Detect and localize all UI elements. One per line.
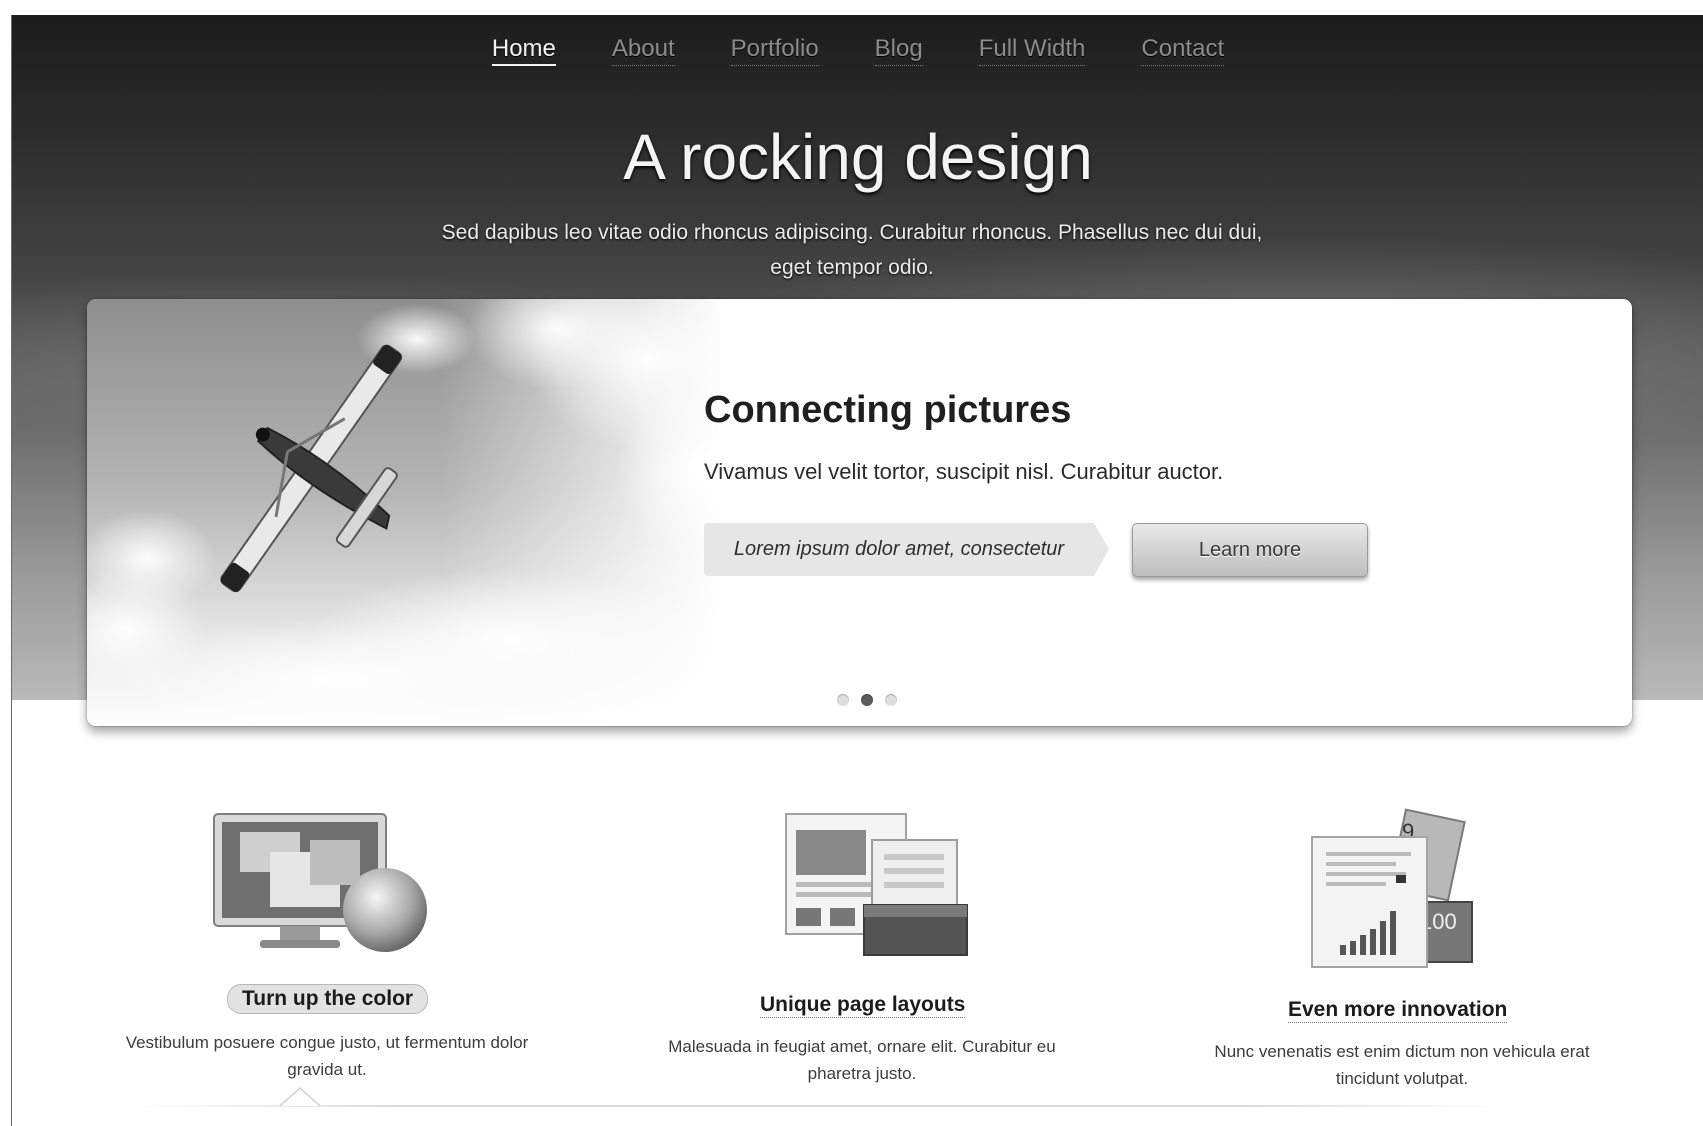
featured-slider: Connecting pictures Vivamus vel velit to… xyxy=(87,299,1632,726)
airplane-sky-image xyxy=(87,299,727,726)
active-feature-pointer-icon xyxy=(280,1087,320,1107)
slide-title: Connecting pictures xyxy=(704,389,1072,431)
slide-tagline: Lorem ipsum dolor amet, consectetur xyxy=(733,538,1065,560)
feature-text-color: Vestibulum posuere congue justo, ut ferm… xyxy=(125,1033,529,1079)
slider-dot-1[interactable] xyxy=(837,694,849,706)
page-layouts-icon xyxy=(785,813,968,956)
documents-chart-icon: 9 100 xyxy=(1311,808,1473,968)
feature-text-innovation: Nunc venenatis est enim dictum non vehic… xyxy=(1214,1042,1590,1088)
hero-title: A rocking design xyxy=(623,121,1093,193)
hero-subtitle: Sed dapibus leo vitae odio rhoncus adipi… xyxy=(441,221,1263,279)
feature-title-layouts[interactable]: Unique page layouts xyxy=(760,993,966,1018)
main-nav: Home About Portfolio Blog Full Width Con… xyxy=(12,35,1703,66)
nav-contact[interactable]: Contact xyxy=(1141,35,1225,66)
nav-home[interactable]: Home xyxy=(491,35,556,66)
nav-about[interactable]: About xyxy=(611,35,675,66)
slider-dot-3[interactable] xyxy=(885,694,897,706)
slide-text: Vivamus vel velit tortor, suscipit nisl.… xyxy=(704,459,1224,484)
feature-title-innovation[interactable]: Even more innovation xyxy=(1288,998,1508,1023)
slider-dot-2[interactable] xyxy=(861,694,873,706)
feature-title-color[interactable]: Turn up the color xyxy=(227,984,429,1014)
page-frame: Home About Portfolio Blog Full Width Con… xyxy=(11,15,1703,1126)
features-divider xyxy=(132,1105,1502,1107)
nav-portfolio[interactable]: Portfolio xyxy=(730,35,819,66)
learn-more-button[interactable]: Learn more xyxy=(1132,523,1368,577)
monitor-icon xyxy=(213,813,427,952)
nav-blog[interactable]: Blog xyxy=(874,35,923,66)
nav-full-width[interactable]: Full Width xyxy=(978,35,1086,66)
slide-tagline-ribbon: Lorem ipsum dolor amet, consectetur xyxy=(704,523,1109,576)
feature-text-layouts: Malesuada in feugiat amet, ornare elit. … xyxy=(668,1037,1056,1083)
